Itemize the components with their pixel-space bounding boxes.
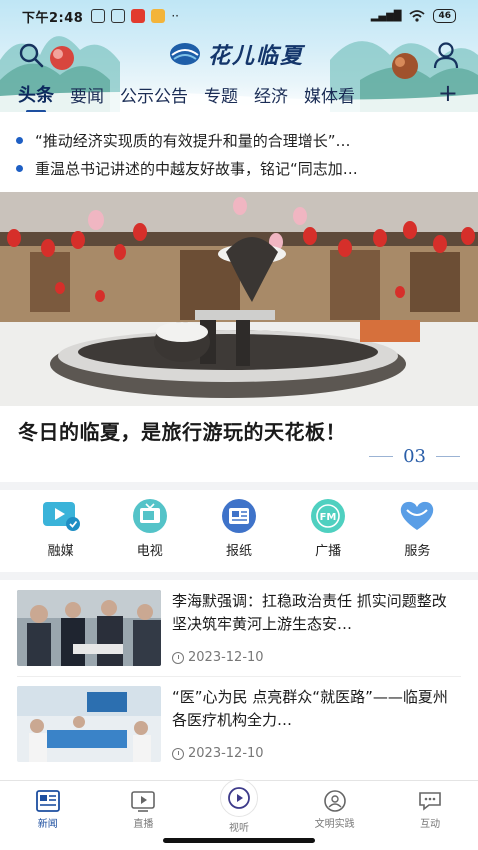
clock-icon [172, 651, 184, 664]
nav-label: 文明实践 [314, 819, 355, 830]
search-icon[interactable] [16, 40, 46, 70]
nav-interaction[interactable]: 互动 [382, 781, 478, 832]
pager-line-right [436, 456, 460, 457]
more-notifications-icon: ·· [171, 9, 179, 23]
quick-entry-newspaper[interactable]: 报纸 [204, 498, 274, 559]
tab-announcements[interactable]: 公示公告 [120, 82, 188, 107]
news-app-icon [131, 9, 146, 23]
civilization-icon [323, 790, 346, 812]
quick-entry-service[interactable]: 服务 [382, 498, 452, 559]
hero-carousel[interactable]: 冬日的临夏，是旅行游玩的天花板！ 03 [0, 192, 478, 482]
fm-radio-icon: FM [311, 499, 346, 533]
user-profile-icon[interactable] [432, 40, 460, 70]
news-list-item[interactable]: “医”心为民 点亮群众“就医路”——临夏州各医疗机构全力… 2023-12-10 [0, 676, 478, 770]
tv-icon [132, 499, 167, 533]
tab-headlines[interactable]: 头条 [18, 81, 54, 112]
quick-entry-label: 广播 [315, 544, 342, 559]
status-time: 下午2:48 [22, 10, 84, 26]
quick-entry-tv[interactable]: 电视 [115, 498, 185, 559]
hero-image [0, 192, 478, 406]
app-logo: 花儿临夏 [168, 38, 304, 70]
media-convergence-icon [42, 502, 80, 531]
bullet-dot [16, 136, 23, 144]
ticker-item[interactable]: “推动经济实现质的有效提升和量的合理增长”… [16, 126, 462, 154]
wifi-icon [409, 10, 426, 22]
app-header: 下午2:48 ·· ▂▄▆█ 46 花儿临夏 头条 要闻 公示公告 专题 经济 … [0, 0, 478, 112]
quick-entry-label: 电视 [136, 544, 163, 559]
nav-news[interactable]: 新闻 [0, 781, 96, 832]
battery-icon: 46 [433, 9, 456, 23]
bottom-navigation: 新闻 直播 视听 文明实践 互动 [0, 779, 478, 834]
nav-civilization[interactable]: 文明实践 [287, 781, 383, 832]
news-thumbnail [17, 686, 161, 762]
quick-entry-label: 服务 [404, 544, 431, 559]
nav-audiovisual[interactable]: 视听 [191, 779, 287, 834]
weibo-icon [151, 9, 166, 23]
news-icon [35, 790, 60, 812]
play-icon [228, 787, 250, 809]
ticker-text: 重温总书记讲述的中越友好故事，铭记“同志加… [35, 159, 358, 178]
live-icon [131, 791, 156, 812]
status-bar: 下午2:48 ·· ▂▄▆█ 46 [0, 0, 478, 32]
news-title: “医”心为民 点亮群众“就医路”——临夏州各医疗机构全力… [172, 688, 448, 729]
quick-entry-media[interactable]: 融媒 [26, 498, 96, 559]
notification-muted-icon [91, 9, 106, 23]
news-date: 2023-12-10 [172, 650, 264, 665]
news-thumbnail [17, 590, 161, 666]
svg-text:FM: FM [320, 512, 337, 523]
quick-entry-row: 融媒 电视 报纸 FM 广播 服务 [0, 490, 478, 572]
clock-icon [172, 747, 184, 760]
signal-icon: ▂▄▆█ [370, 10, 402, 22]
newspaper-icon [221, 499, 256, 533]
pager-line-left [369, 456, 394, 457]
page-number: 03 [403, 446, 426, 467]
logo-text: 花儿临夏 [208, 43, 305, 69]
nav-label: 直播 [133, 819, 154, 830]
notification-icons: ·· [91, 9, 179, 23]
home-indicator-bar[interactable] [163, 838, 315, 843]
hero-title: 冬日的临夏，是旅行游玩的天花板！ [18, 420, 346, 444]
play-button-wrap [219, 779, 258, 817]
tab-topics[interactable]: 专题 [204, 82, 238, 107]
nav-label: 互动 [420, 819, 441, 830]
news-date-text: 2023-12-10 [188, 650, 264, 665]
quick-entry-label: 报纸 [225, 544, 252, 559]
nav-label: 新闻 [37, 819, 58, 830]
chat-icon [419, 792, 441, 811]
headline-ticker: “推动经济实现质的有效提升和量的合理增长”… 重温总书记讲述的中越友好故事，铭记… [0, 112, 478, 192]
nav-live[interactable]: 直播 [96, 781, 192, 832]
channel-tabs: 头条 要闻 公示公告 专题 经济 媒体看 + [0, 78, 478, 112]
bullet-dot [16, 164, 23, 172]
logo-mark-icon [170, 43, 200, 65]
news-date-text: 2023-12-10 [188, 746, 264, 761]
news-date: 2023-12-10 [172, 746, 264, 761]
tab-important-news[interactable]: 要闻 [70, 82, 104, 107]
quick-entry-label: 融媒 [47, 544, 74, 559]
home-indicator-area [0, 832, 478, 850]
top-bar: 花儿临夏 [0, 34, 478, 74]
carousel-pager: 03 [369, 446, 460, 467]
ticker-item[interactable]: 重温总书记讲述的中越友好故事，铭记“同志加… [16, 154, 462, 182]
heart-service-icon [401, 501, 434, 530]
tab-economy[interactable]: 经济 [254, 82, 288, 107]
news-list: 李海默强调：扛稳政治责任 抓实问题整改 坚决筑牢黄河上游生态安… 2023-12… [0, 580, 478, 780]
news-list-item[interactable]: 李海默强调：扛稳政治责任 抓实问题整改 坚决筑牢黄河上游生态安… 2023-12… [0, 580, 478, 674]
tab-media-view[interactable]: 媒体看 [304, 82, 355, 107]
quick-entry-radio[interactable]: FM 广播 [293, 498, 363, 559]
app-notification-icon [111, 9, 126, 23]
news-title: 李海默强调：扛稳政治责任 抓实问题整改 坚决筑牢黄河上游生态安… [172, 592, 447, 633]
ticker-text: “推动经济实现质的有效提升和量的合理增长”… [35, 131, 351, 150]
add-channel-button[interactable]: + [438, 79, 458, 107]
